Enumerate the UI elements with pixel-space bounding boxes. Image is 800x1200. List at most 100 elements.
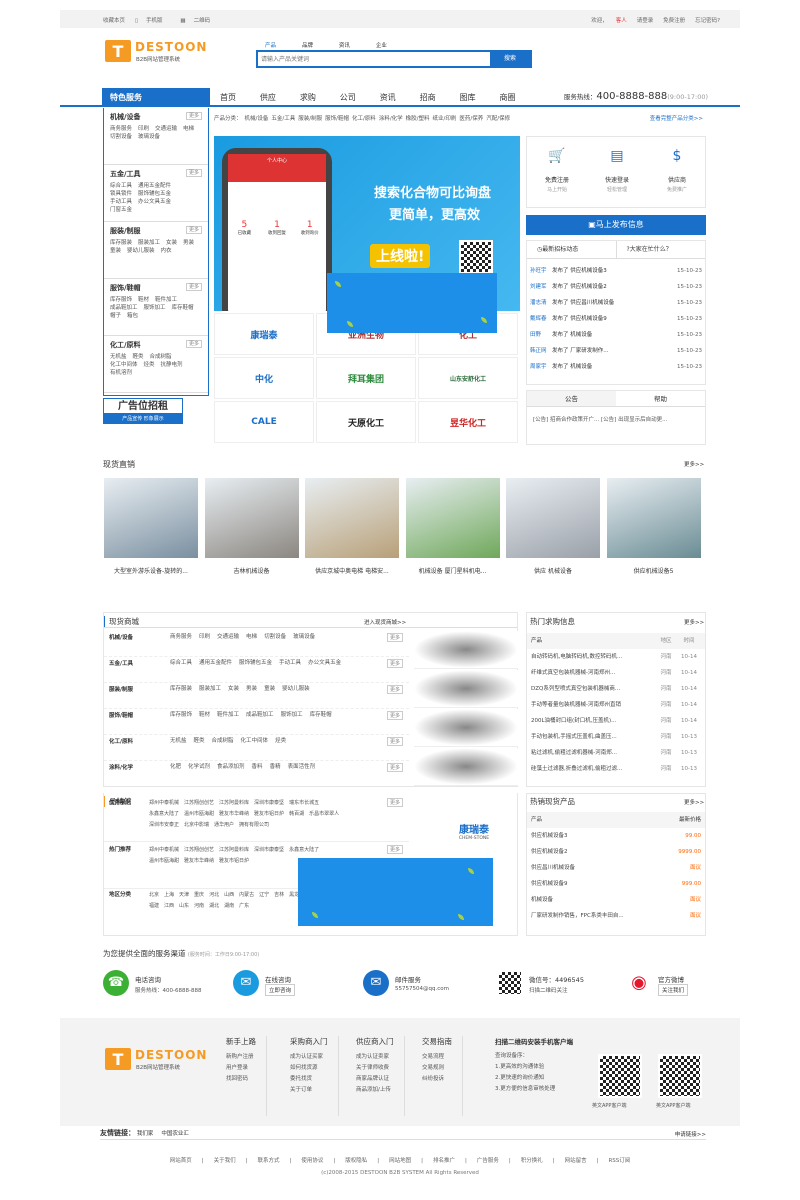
activity-row[interactable]: 周家宇 发布了 机械设备 15-10-23: [527, 359, 705, 375]
mall-category-link[interactable]: 服饰辅包五金: [239, 659, 272, 668]
footer-link[interactable]: 如何找货源: [290, 1063, 328, 1074]
buy-row[interactable]: 200L油桶封口组(封口机,压盖机)... 河南 10-14: [527, 713, 705, 729]
category-link[interactable]: 锁具锁件: [110, 190, 132, 198]
category-link[interactable]: 成品鞋加工: [110, 304, 138, 312]
mall-category-link[interactable]: 香精: [270, 763, 281, 772]
brandhall-link[interactable]: 辽宁: [259, 890, 269, 901]
mall-category-link[interactable]: 童装: [264, 685, 275, 694]
brand-logo[interactable]: 山东安舒化工: [418, 357, 518, 399]
category-more-button[interactable]: 更多: [185, 283, 202, 291]
activity-user[interactable]: 周家宇: [530, 359, 552, 375]
category-link[interactable]: 库存鞋帽: [172, 304, 194, 312]
register-link[interactable]: 免费注册: [663, 16, 685, 24]
brandhall-link[interactable]: 吉林: [274, 890, 284, 901]
mall-category-link[interactable]: 服饰加工: [281, 711, 303, 720]
category-link[interactable]: 交通运输: [155, 125, 177, 133]
category-link[interactable]: 电梯: [183, 125, 194, 133]
buy-product[interactable]: 自动转码机,电脑转码机,数控转码机...: [531, 649, 655, 665]
mall-category-link[interactable]: 库存服装: [170, 685, 192, 694]
channel-button[interactable]: 关注我们: [658, 984, 689, 996]
activity-user[interactable]: 孙旺宇: [530, 263, 552, 279]
footer-link[interactable]: 成为认证卖家: [356, 1052, 394, 1063]
activity-row[interactable]: 田野 发布了 机械设备 15-10-23: [527, 327, 705, 343]
buy-product[interactable]: 手动等者量包装机器械-河南郑州直销: [531, 697, 655, 713]
tab-bidding[interactable]: ◷ 最新招标动态: [527, 241, 616, 258]
buy-product[interactable]: 纤维式真空包装机器械-河南郑州...: [531, 665, 655, 681]
footer-link[interactable]: 商家品牌认证: [356, 1074, 394, 1085]
mall-category-link[interactable]: 交通运输: [217, 633, 239, 642]
brandhall-link[interactable]: 深圳市康泰坚: [254, 798, 284, 809]
mall-category-link[interactable]: 婴幼儿服装: [282, 685, 310, 694]
brandhall-link[interactable]: 雅友市华峰纳: [184, 856, 214, 867]
product-type-link[interactable]: 化工/原料: [352, 114, 376, 122]
bottom-link[interactable]: 积分换礼: [521, 1156, 543, 1164]
bottom-link[interactable]: 使用协议: [301, 1156, 323, 1164]
category-link[interactable]: 合成树脂: [150, 353, 172, 361]
product-card[interactable]: 机械设备 厦门星科机电...: [405, 475, 501, 587]
mall-category-link[interactable]: 鞋材: [199, 711, 210, 720]
brandhall-link[interactable]: 内蒙古: [239, 890, 254, 901]
activity-user[interactable]: 刘建军: [530, 279, 552, 295]
nav-item[interactable]: 供应: [260, 92, 276, 103]
bottom-link[interactable]: RSS订阅: [608, 1156, 630, 1164]
brand-logo[interactable]: 昱华化工: [418, 401, 518, 443]
brandhall-link[interactable]: 深圳市安泰正: [149, 820, 179, 831]
mall-category-link[interactable]: 化工中间体: [241, 737, 269, 746]
search-tab[interactable]: 企业: [376, 41, 387, 49]
buy-product[interactable]: DZQ系列型喷式真空包装机器械商...: [531, 681, 655, 697]
channel-button[interactable]: 立即咨询: [265, 984, 296, 996]
brand-logo[interactable]: CALE: [214, 401, 314, 443]
buy-row[interactable]: 粘过滤机,偷粗过滤机器械-河南郑... 河南 10-13: [527, 745, 705, 761]
brand-logo[interactable]: 康瑞泰: [214, 313, 314, 355]
mall-category-link[interactable]: 手动工具: [279, 659, 301, 668]
brandhall-link[interactable]: 雅友市铝日炉: [254, 809, 284, 820]
tab-help[interactable]: 帮助: [616, 391, 705, 407]
buy-row[interactable]: 纤维式真空包装机器械-河南郑州... 河南 10-14: [527, 665, 705, 681]
notice-text[interactable]: [公告] 招商合作政策开广... [公告] 出现显示后自动更...: [527, 407, 705, 431]
mall-category-name[interactable]: 服饰/鞋帽: [109, 711, 133, 719]
mall-category-link[interactable]: 合成树脂: [212, 737, 234, 746]
bottom-link[interactable]: 广告服务: [477, 1156, 499, 1164]
mall-category-link[interactable]: 烃类: [275, 737, 286, 746]
footer-logo[interactable]: T DESTOON B2B网站管理系统: [105, 1048, 206, 1071]
category-more-button[interactable]: 更多: [185, 169, 202, 177]
brandhall-link[interactable]: 天津: [179, 890, 189, 901]
tab-notice[interactable]: 公告: [527, 391, 616, 407]
bottom-link[interactable]: 网站地图: [389, 1156, 411, 1164]
product-card[interactable]: 吉林机械设备: [204, 475, 300, 587]
category-link[interactable]: 服饰辅包五金: [138, 190, 171, 198]
brandhall-link[interactable]: 山东: [179, 901, 189, 912]
mall-more-button[interactable]: 更多: [387, 659, 404, 668]
brandhall-link[interactable]: 乐昌市翠翠人: [309, 809, 339, 820]
brandhall-link[interactable]: 河南: [194, 901, 204, 912]
category-link[interactable]: 鞋件加工: [155, 296, 177, 304]
footer-link[interactable]: 商品添加/上传: [356, 1085, 394, 1096]
mall-product-image[interactable]: [414, 670, 518, 708]
hotp-product[interactable]: 供应机械设备9: [531, 876, 661, 892]
buy-product[interactable]: 硅藻土过滤器,折叠过滤机,偷粗过滤...: [531, 761, 655, 777]
all-categories-link[interactable]: 查看完整产品分类>>: [650, 114, 703, 122]
nav-item[interactable]: 首页: [220, 92, 236, 103]
forgot-password-link[interactable]: 忘记密码?: [695, 16, 720, 24]
footer-link[interactable]: 交易规则: [422, 1063, 452, 1074]
category-link[interactable]: 内衣: [161, 247, 172, 255]
mall-category-name[interactable]: 机械/设备: [109, 633, 133, 641]
brandhall-link[interactable]: 江西: [164, 901, 174, 912]
activity-user[interactable]: 田野: [530, 327, 552, 343]
category-link[interactable]: 库存服饰: [110, 296, 132, 304]
footer-link[interactable]: 交易流程: [422, 1052, 452, 1063]
brandhall-link[interactable]: 湖南: [224, 901, 234, 912]
mall-category-link[interactable]: 电梯: [246, 633, 257, 642]
brandhall-link[interactable]: 瑞东市长城五: [289, 798, 319, 809]
mall-category-name[interactable]: 服装/制服: [109, 685, 133, 693]
service-register[interactable]: 🛒 免费注册 马上开始: [527, 145, 587, 193]
brandhall-link[interactable]: 江苏阿曼料库: [219, 798, 249, 809]
category-link[interactable]: 切割设备: [110, 133, 132, 141]
category-link[interactable]: 玻璃设备: [138, 133, 160, 141]
mall-category-link[interactable]: 通用五金配件: [199, 659, 232, 668]
nav-item[interactable]: 公司: [340, 92, 356, 103]
product-type-link[interactable]: 医药/保养: [459, 114, 483, 122]
product-type-link[interactable]: 服饰/鞋帽: [325, 114, 349, 122]
category-link[interactable]: 醛类: [133, 353, 144, 361]
category-link[interactable]: 通用五金配件: [138, 182, 171, 190]
